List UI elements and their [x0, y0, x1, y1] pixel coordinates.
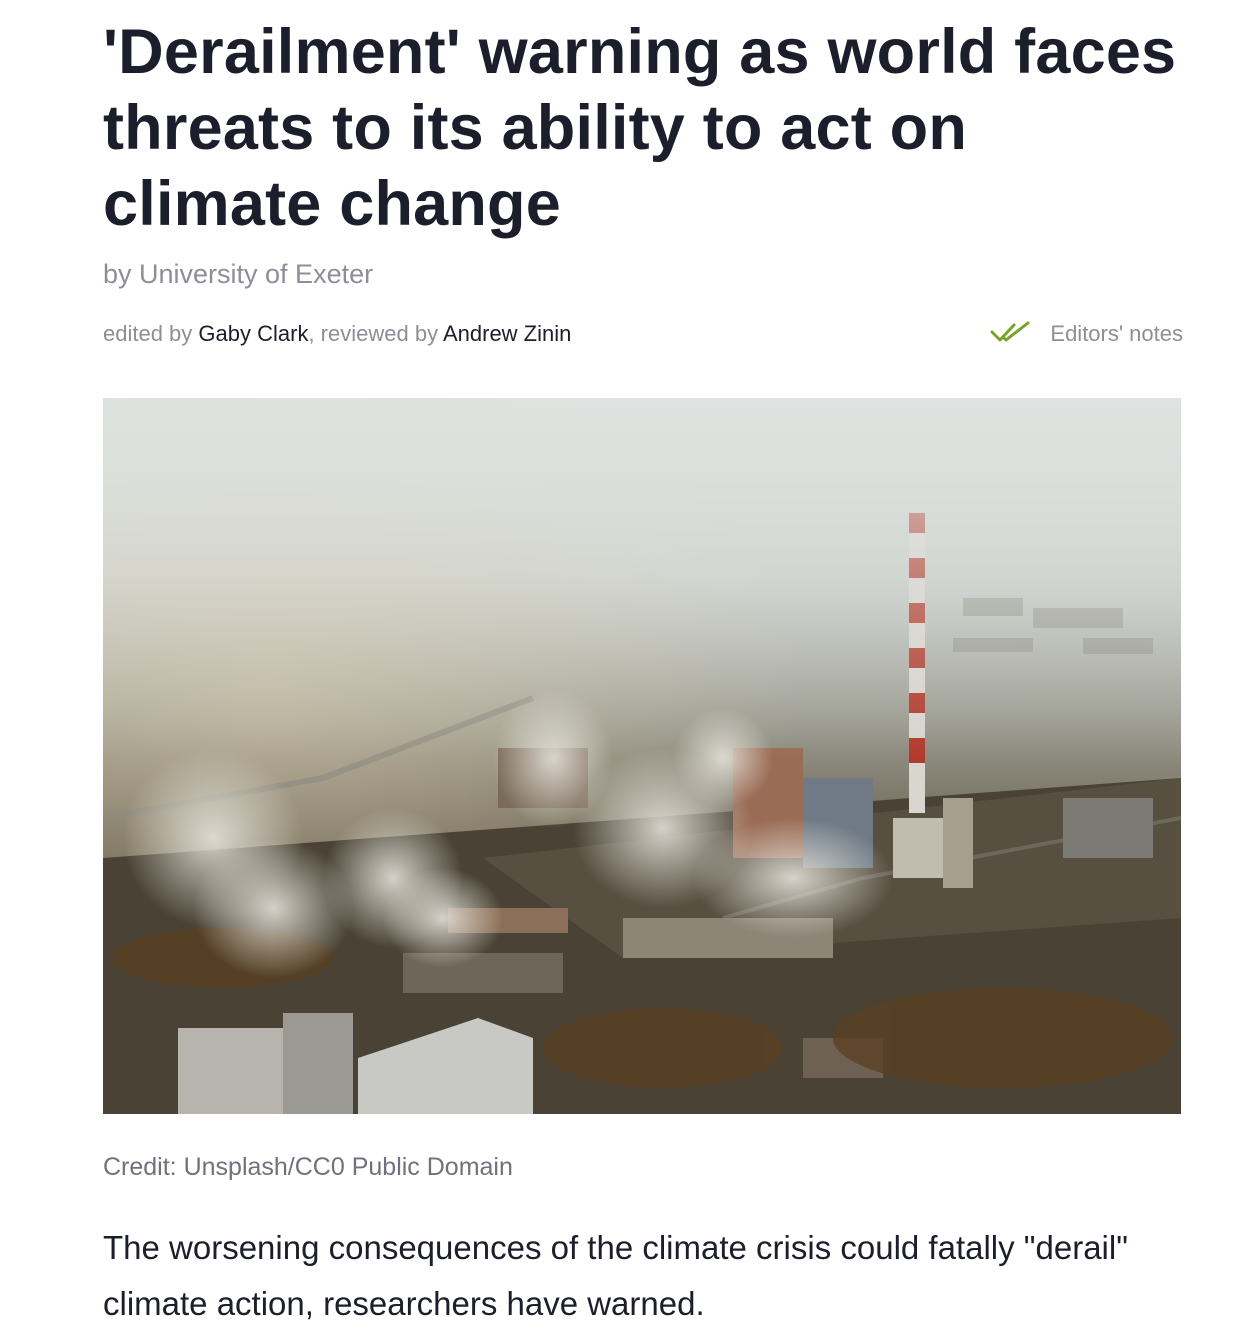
edited-by-label: edited by	[103, 321, 199, 346]
double-check-icon	[990, 320, 1032, 344]
hero-image	[103, 398, 1181, 1114]
article-byline: by University of Exeter	[103, 259, 374, 289]
image-credit: Credit: Unsplash/CC0 Public Domain	[103, 1153, 513, 1181]
article-headline: 'Derailment' warning as world faces thre…	[103, 17, 1177, 239]
article-meta-row: edited by Gaby Clark, reviewed by Andrew…	[103, 316, 1183, 352]
reviewer-name[interactable]: Andrew Zinin	[443, 321, 571, 346]
editorial-credits: edited by Gaby Clark, reviewed by Andrew…	[103, 316, 571, 352]
editors-notes-button[interactable]: Editors' notes	[990, 316, 1183, 352]
editor-name[interactable]: Gaby Clark	[198, 321, 308, 346]
article-lede: The worsening consequences of the climat…	[103, 1229, 1128, 1322]
reviewed-by-label: , reviewed by	[308, 321, 443, 346]
editors-notes-label: Editors' notes	[1050, 321, 1183, 346]
